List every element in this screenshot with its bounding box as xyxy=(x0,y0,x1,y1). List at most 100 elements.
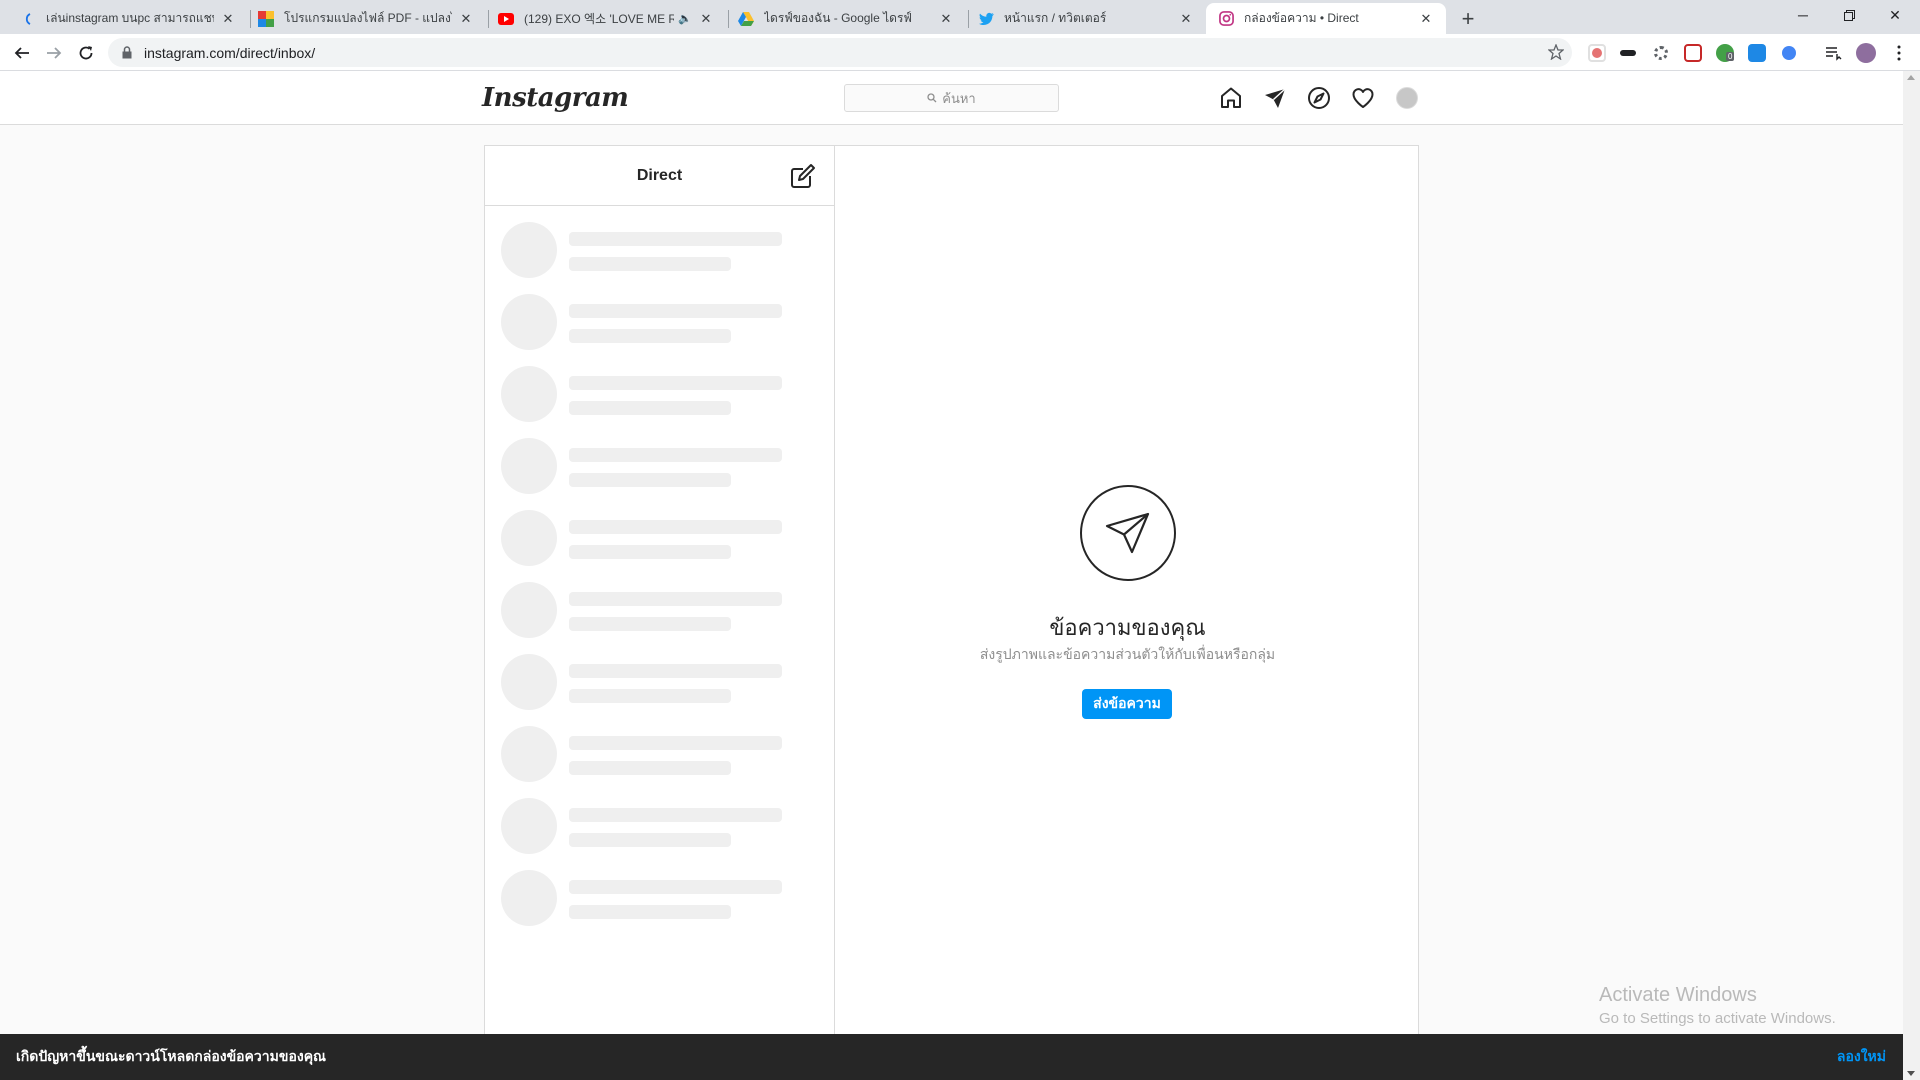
reload-button[interactable] xyxy=(72,39,100,67)
tab-title: ไดรฟ์ของฉัน - Google ไดรฟ์ xyxy=(764,11,912,25)
page-scrollbar[interactable] xyxy=(1903,71,1920,1080)
scroll-down-arrow-icon[interactable] xyxy=(1907,1071,1915,1076)
audio-playing-icon[interactable]: 🔈 xyxy=(678,12,692,25)
tab-title: กล่องข้อความ • Direct xyxy=(1244,11,1359,25)
skeleton-avatar xyxy=(501,294,557,350)
direct-inbox-card: Direct ข้อความของคุณ ส่งรูปภาพและข้อความ… xyxy=(484,145,1419,1035)
close-tab-icon[interactable]: ✕ xyxy=(938,11,954,27)
instagram-icon xyxy=(1218,11,1234,27)
browser-tab[interactable]: เล่นinstagram บนpc สามารถแชทได้ไ ✕ xyxy=(8,3,248,34)
new-message-icon[interactable] xyxy=(790,163,816,189)
skeleton-preview-bar xyxy=(569,257,731,271)
skeleton-avatar xyxy=(501,870,557,926)
extension-save-icon[interactable] xyxy=(1748,44,1766,62)
skeleton-preview-bar xyxy=(569,689,731,703)
skeleton-avatar xyxy=(501,366,557,422)
skeleton-preview-bar xyxy=(569,761,731,775)
browser-tab[interactable]: ไดรฟ์ของฉัน - Google ไดรฟ์ ✕ xyxy=(726,3,966,34)
windows-activation-title: Activate Windows xyxy=(1599,984,1757,1006)
skeleton-name-bar xyxy=(569,664,782,678)
close-tab-icon[interactable]: ✕ xyxy=(220,11,236,27)
skeleton-preview-bar xyxy=(569,329,731,343)
address-bar[interactable]: instagram.com/direct/inbox/ xyxy=(108,38,1572,67)
extension-glasses-icon[interactable] xyxy=(1620,44,1638,62)
conversation-skeleton-row xyxy=(501,510,821,566)
skeleton-avatar xyxy=(501,726,557,782)
tab-title: เล่นinstagram บนpc สามารถแชทได้ไ xyxy=(46,11,214,25)
browser-tab-active[interactable]: กล่องข้อความ • Direct ✕ xyxy=(1206,3,1446,34)
conversation-skeleton-row xyxy=(501,654,821,710)
windows-activation-subtitle: Go to Settings to activate Windows. xyxy=(1599,1010,1836,1027)
back-button[interactable] xyxy=(8,39,36,67)
skeleton-preview-bar xyxy=(569,905,731,919)
new-tab-button[interactable]: + xyxy=(1454,5,1482,33)
send-message-button[interactable]: ส่งข้อความ xyxy=(1082,689,1172,719)
instagram-logo[interactable]: Instagram xyxy=(482,83,629,113)
direct-header: Direct xyxy=(485,146,834,206)
extension-color-icon[interactable] xyxy=(1588,44,1606,62)
skeleton-preview-bar xyxy=(569,617,731,631)
empty-state-subtitle: ส่งรูปภาพและข้อความส่วนตัวให้กับเพื่อนหร… xyxy=(979,646,1276,662)
conversation-skeleton-row xyxy=(501,582,821,638)
close-tab-icon[interactable]: ✕ xyxy=(1418,11,1434,27)
extension-translate-icon[interactable] xyxy=(1780,44,1798,62)
scroll-up-arrow-icon[interactable] xyxy=(1907,75,1915,80)
skeleton-name-bar xyxy=(569,736,782,750)
close-tab-icon[interactable]: ✕ xyxy=(1178,11,1194,27)
conversation-skeleton-row xyxy=(501,438,821,494)
browser-tab[interactable]: โปรแกรมแปลงไฟล์ PDF - แปลงไฟล์ไป ✕ xyxy=(246,3,486,34)
tab-title: โปรแกรมแปลงไฟล์ PDF - แปลงไฟล์ไป xyxy=(284,11,452,25)
extension-badge: 0 xyxy=(1726,52,1735,61)
empty-state-title: ข้อความของคุณ xyxy=(1049,615,1206,640)
reading-list-icon[interactable] xyxy=(1824,44,1842,62)
close-tab-icon[interactable]: ✕ xyxy=(458,11,474,27)
search-input[interactable]: ค้นหา xyxy=(844,84,1059,112)
skeleton-name-bar xyxy=(569,304,782,318)
retry-button[interactable]: ลองใหม่ xyxy=(1837,1046,1886,1068)
profile-avatar[interactable] xyxy=(1394,85,1420,111)
conversation-skeleton-row xyxy=(501,366,821,422)
browser-tab[interactable]: หน้าแรก / ทวิตเตอร์ ✕ xyxy=(966,3,1206,34)
direct-icon[interactable] xyxy=(1262,85,1288,111)
conversation-skeleton-row xyxy=(501,294,821,350)
tab-title: หน้าแรก / ทวิตเตอร์ xyxy=(1004,11,1107,25)
error-snackbar: เกิดปัญหาขึ้นขณะดาวน์โหลดกล่องข้อความของ… xyxy=(0,1034,1903,1080)
youtube-icon xyxy=(498,11,514,27)
message-empty-state: ข้อความของคุณ ส่งรูปภาพและข้อความส่วนตัว… xyxy=(836,146,1419,1035)
restore-window-button[interactable] xyxy=(1826,0,1872,30)
bookmark-star-icon[interactable] xyxy=(1547,43,1565,65)
chrome-menu-icon[interactable] xyxy=(1890,44,1908,62)
conversation-skeleton-row xyxy=(501,222,821,278)
url-text[interactable]: instagram.com/direct/inbox/ xyxy=(144,45,315,61)
skeleton-name-bar xyxy=(569,880,782,894)
forward-button[interactable] xyxy=(40,39,68,67)
skeleton-preview-bar xyxy=(569,473,731,487)
tab-title: (129) EXO 엑소 'LOVE ME RIG xyxy=(524,12,675,26)
skeleton-name-bar xyxy=(569,376,782,390)
instagram-header: Instagram ค้นหา xyxy=(0,71,1903,125)
activity-heart-icon[interactable] xyxy=(1350,85,1376,111)
explore-icon[interactable] xyxy=(1306,85,1332,111)
pdf-converter-icon xyxy=(258,10,274,27)
loading-icon xyxy=(20,11,36,27)
profile-avatar[interactable] xyxy=(1856,43,1876,63)
skeleton-avatar xyxy=(501,510,557,566)
extension-check-icon[interactable]: 0 xyxy=(1716,44,1735,62)
extension-gear-icon[interactable] xyxy=(1652,44,1670,62)
extension-pocket-icon[interactable] xyxy=(1684,44,1702,62)
lock-icon[interactable] xyxy=(120,46,134,59)
search-icon xyxy=(927,93,937,103)
minimize-window-button[interactable]: ─ xyxy=(1780,0,1826,30)
skeleton-avatar xyxy=(501,438,557,494)
skeleton-avatar xyxy=(501,222,557,278)
home-icon[interactable] xyxy=(1218,85,1244,111)
conversation-skeleton-row xyxy=(501,726,821,782)
browser-tab[interactable]: (129) EXO 엑소 'LOVE ME RIG 🔈 ✕ xyxy=(486,3,726,34)
conversation-skeleton-row xyxy=(501,798,821,854)
close-tab-icon[interactable]: ✕ xyxy=(698,11,714,27)
close-window-button[interactable]: ✕ xyxy=(1872,0,1918,30)
skeleton-preview-bar xyxy=(569,833,731,847)
google-drive-icon xyxy=(738,11,754,27)
skeleton-preview-bar xyxy=(569,401,731,415)
skeleton-preview-bar xyxy=(569,545,731,559)
